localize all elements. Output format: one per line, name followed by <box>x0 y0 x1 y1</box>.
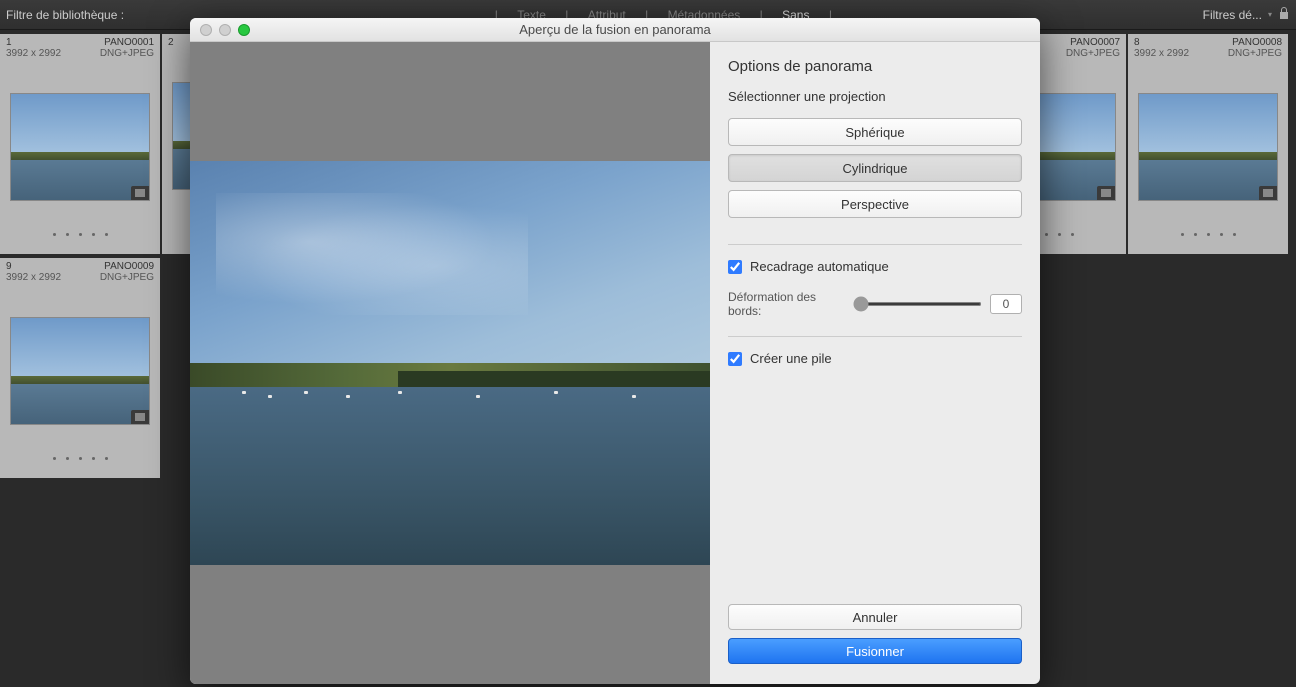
autocrop-checkbox[interactable] <box>728 260 742 274</box>
thumbnail-cell[interactable]: 9PANO0009 3992 x 2992DNG+JPEG <box>0 258 160 478</box>
panorama-merge-dialog: Aperçu de la fusion en panorama Options … <box>190 18 1040 684</box>
boundary-warp-row: Déformation des bords: 0 <box>728 290 1022 318</box>
window-close-button[interactable] <box>200 24 212 36</box>
rating-dots[interactable] <box>53 233 108 236</box>
thumbnail-cell[interactable]: 1PANO0001 3992 x 2992DNG+JPEG <box>0 34 160 254</box>
dialog-titlebar: Aperçu de la fusion en panorama <box>190 18 1040 42</box>
create-stack-label: Créer une pile <box>750 351 832 366</box>
flag-icon[interactable] <box>131 410 149 424</box>
filters-dropdown[interactable]: Filtres dé... <box>1203 8 1262 22</box>
boundary-warp-label: Déformation des bords: <box>728 290 845 318</box>
filter-label: Filtre de bibliothèque : <box>6 8 124 22</box>
lock-icon[interactable] <box>1278 6 1290 23</box>
preview-image <box>190 161 710 565</box>
boundary-warp-slider[interactable] <box>853 302 982 306</box>
dialog-title: Aperçu de la fusion en panorama <box>190 22 1040 37</box>
window-minimize-button[interactable] <box>219 24 231 36</box>
projection-cylindrical-button[interactable]: Cylindrique <box>728 154 1022 182</box>
thumbnail-image[interactable] <box>1138 93 1278 201</box>
merge-button[interactable]: Fusionner <box>728 638 1022 664</box>
autocrop-checkbox-row[interactable]: Recadrage automatique <box>728 259 1022 274</box>
chevron-down-icon: ▾ <box>1268 10 1272 19</box>
projection-perspective-button[interactable]: Perspective <box>728 190 1022 218</box>
panorama-options-panel: Options de panorama Sélectionner une pro… <box>710 42 1040 684</box>
flag-icon[interactable] <box>131 186 149 200</box>
create-stack-checkbox[interactable] <box>728 352 742 366</box>
boundary-warp-value[interactable]: 0 <box>990 294 1022 314</box>
projection-label: Sélectionner une projection <box>728 89 1022 104</box>
panorama-preview <box>190 42 710 684</box>
thumbnail-cell[interactable]: 8PANO0008 3992 x 2992DNG+JPEG <box>1128 34 1288 254</box>
flag-icon[interactable] <box>1259 186 1277 200</box>
create-stack-checkbox-row[interactable]: Créer une pile <box>728 351 1022 366</box>
cancel-button[interactable]: Annuler <box>728 604 1022 630</box>
rating-dots[interactable] <box>1181 233 1236 236</box>
thumbnail-image[interactable] <box>10 317 150 425</box>
window-zoom-button[interactable] <box>238 24 250 36</box>
autocrop-label: Recadrage automatique <box>750 259 889 274</box>
options-title: Options de panorama <box>728 58 1022 75</box>
flag-icon[interactable] <box>1097 186 1115 200</box>
projection-spherical-button[interactable]: Sphérique <box>728 118 1022 146</box>
rating-dots[interactable] <box>53 457 108 460</box>
thumbnail-image[interactable] <box>10 93 150 201</box>
